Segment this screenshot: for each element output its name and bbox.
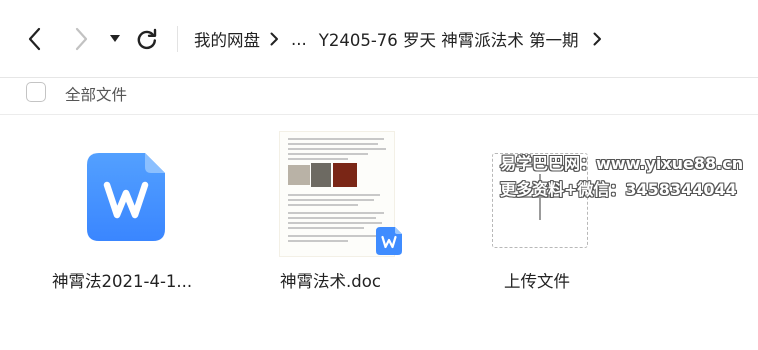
breadcrumb: 我的网盘 ... Y2405-76 罗天 神霄派法术 第一期 [194,26,614,52]
caret-down-icon [110,35,120,43]
toolbar-divider [177,26,178,52]
wps-writer-icon [87,153,165,241]
upload-label: 上传文件 [504,272,570,291]
select-bar-divider [0,114,758,115]
chevron-right-icon [75,27,89,51]
select-all-checkbox[interactable] [26,82,46,102]
watermark-line-2: 更多资料+微信：3458344044 [500,180,737,199]
breadcrumb-separator-icon [270,32,279,46]
breadcrumb-expand-icon[interactable] [593,32,602,46]
forward-button[interactable] [69,24,95,54]
file-name: 神霄法2021-4-1... [52,272,193,291]
file-name: 神霄法术.doc [280,272,381,291]
wps-writer-badge-icon [376,227,402,255]
chevron-left-icon [27,27,41,51]
history-dropdown-button[interactable] [104,24,126,54]
refresh-icon [136,28,158,50]
select-bar: 全部文件 [0,78,758,114]
toolbar: 我的网盘 ... Y2405-76 罗天 神霄派法术 第一期 [0,0,758,77]
watermark-line-1: 易学巴巴网：www.yixue88.cn [500,154,744,173]
breadcrumb-root[interactable]: 我的网盘 [194,27,260,51]
refresh-button[interactable] [134,24,160,54]
watermark: 易学巴巴网：www.yixue88.cn 更多资料+微信：3458344044 [500,151,743,203]
breadcrumb-ellipsis[interactable]: ... [291,30,307,49]
select-all-label: 全部文件 [65,86,128,104]
back-button[interactable] [21,24,47,54]
breadcrumb-current-folder[interactable]: Y2405-76 罗天 神霄派法术 第一期 [319,27,579,51]
